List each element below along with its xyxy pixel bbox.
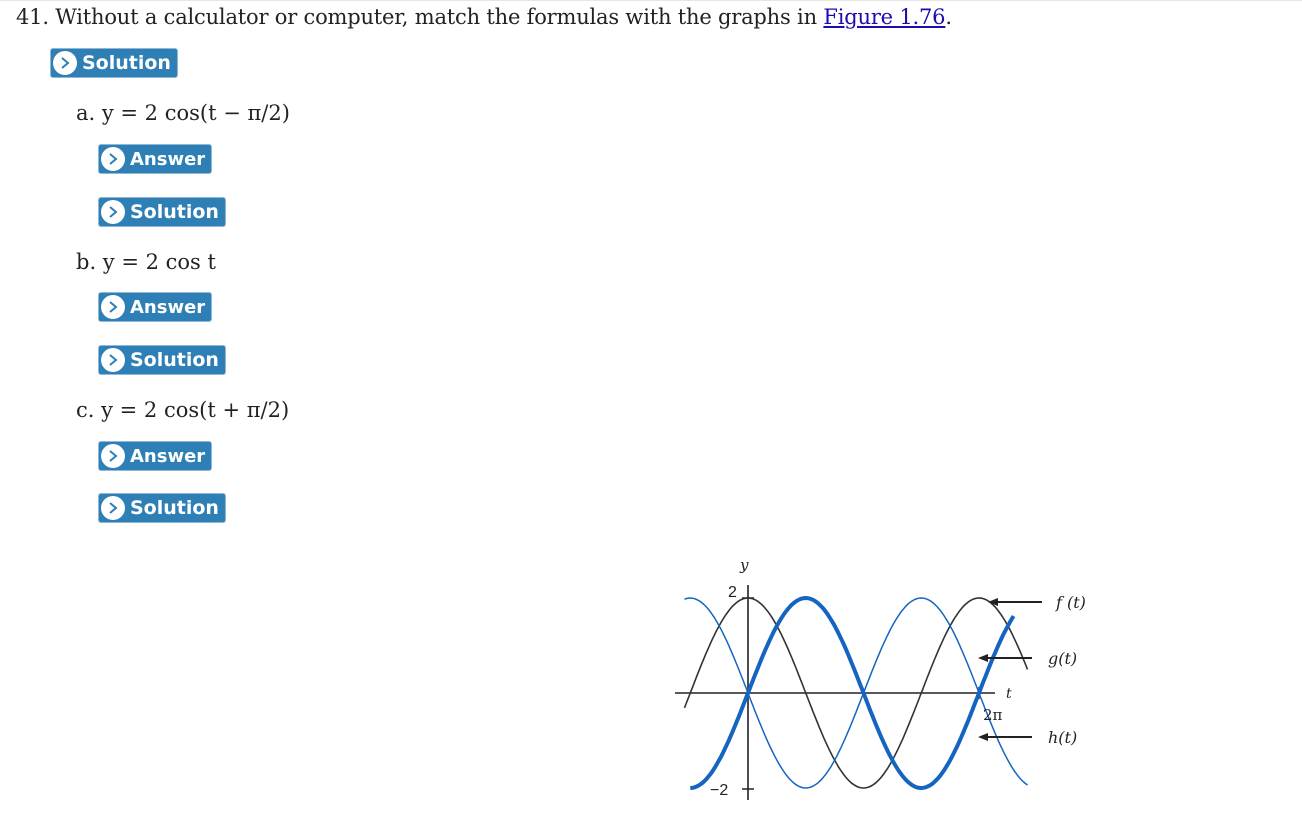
top-divider (0, 0, 1302, 1)
t-axis-label: t (1006, 686, 1012, 702)
y-min-label: −2 (710, 782, 728, 799)
question-text: 41. Without a calculator or computer, ma… (16, 5, 952, 29)
part-c-solution-button[interactable]: Solution (98, 493, 226, 523)
curve-label-g: g(t) (1048, 649, 1077, 668)
part-a-solution-button[interactable]: Solution (98, 197, 226, 227)
figure-link[interactable]: Figure 1.76 (823, 5, 945, 29)
solution-button-label: Solution (82, 52, 171, 74)
part-a-formula: a. y = 2 cos(t − π/2) (76, 101, 290, 125)
part-a-answer-button[interactable]: Answer (98, 144, 213, 174)
question-tail: . (945, 5, 952, 29)
chevron-right-icon (53, 51, 77, 75)
curve-label-h: h(t) (1048, 728, 1077, 747)
curve-label-f: f (t) (1055, 593, 1086, 612)
part-a-prefix: a. (76, 101, 102, 125)
y-axis-label: y (739, 556, 749, 574)
part-b-solution-button[interactable]: Solution (98, 345, 226, 375)
solution-label: Solution (130, 497, 219, 519)
chevron-right-icon (101, 147, 125, 171)
arrow-icon (988, 598, 1042, 606)
answer-label: Answer (130, 148, 206, 170)
part-c-prefix: c. (76, 398, 102, 422)
part-c-equation: y = 2 cos(t + π/2) (101, 398, 290, 422)
question-solution-button[interactable]: Solution (50, 48, 178, 78)
part-b-answer-button[interactable]: Answer (98, 292, 213, 322)
part-c-answer-button[interactable]: Answer (98, 441, 213, 471)
y-max-label: 2 (728, 584, 737, 601)
part-a-equation: y = 2 cos(t − π/2) (101, 101, 290, 125)
answer-label: Answer (130, 296, 206, 318)
chevron-right-icon (101, 348, 125, 372)
part-b-formula: b. y = 2 cos t (76, 250, 216, 274)
answer-label: Answer (130, 445, 206, 467)
arrow-icon (978, 733, 1032, 741)
chevron-right-icon (101, 295, 125, 319)
t-end-label: 2π (983, 706, 1003, 724)
chevron-right-icon (101, 444, 125, 468)
chevron-right-icon (101, 200, 125, 224)
part-b-equation: y = 2 cos t (102, 250, 216, 274)
question-body: 41. Without a calculator or computer, ma… (16, 5, 824, 29)
part-b-prefix: b. (76, 250, 103, 274)
figure-1-76: y 2 −2 t 2π f (t) g(t) h(t) (675, 556, 1086, 800)
part-c-formula: c. y = 2 cos(t + π/2) (76, 398, 289, 422)
chevron-right-icon (101, 496, 125, 520)
solution-label: Solution (130, 201, 219, 223)
solution-label: Solution (130, 349, 219, 371)
